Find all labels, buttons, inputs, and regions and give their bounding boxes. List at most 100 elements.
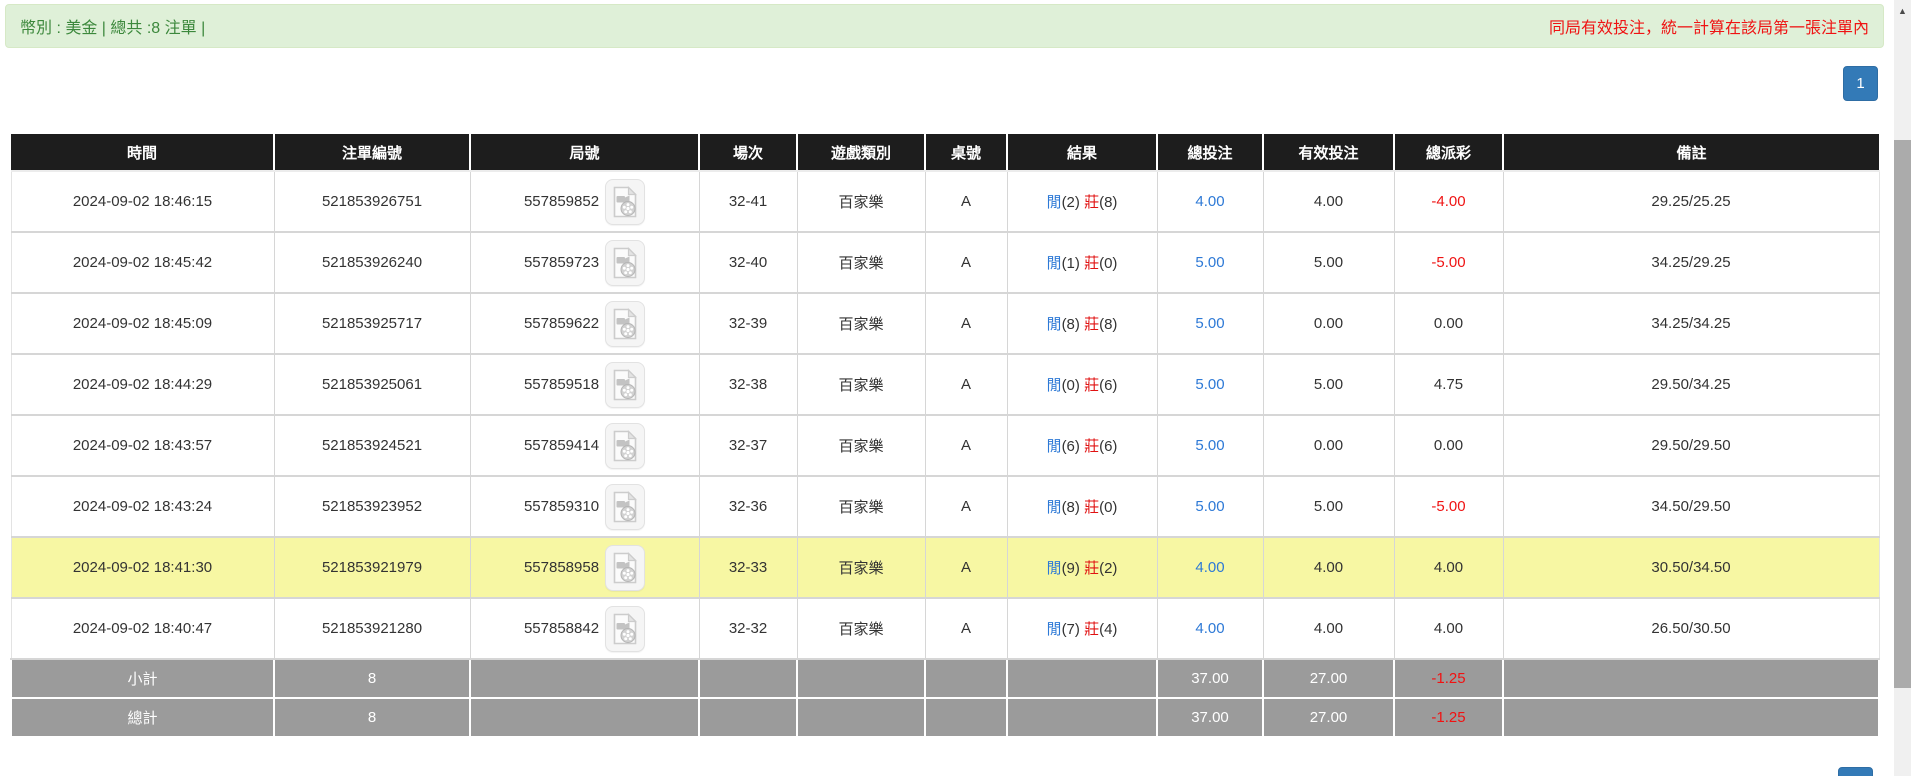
cell-game-type: 百家樂	[797, 598, 926, 660]
cell-total-bet: 4.00	[1157, 598, 1264, 660]
info-bar: 幣別 : 美金 | 總共 :8 注單 | 同局有效投注，統一計算在該局第一張注單…	[5, 4, 1884, 48]
header-total-bet: 總投注	[1157, 134, 1264, 172]
cell-table-no: A	[925, 537, 1008, 599]
cell-remark: 30.50/34.50	[1503, 537, 1880, 599]
cell-remark: 29.50/34.25	[1503, 354, 1880, 416]
cell-valid-bet: 5.00	[1263, 354, 1395, 416]
total-total-bet: 37.00	[1156, 697, 1264, 738]
video-replay-button[interactable]	[605, 361, 646, 408]
cell-remark: 29.50/29.50	[1503, 415, 1880, 477]
table-row[interactable]: 2024-09-02 18:45:42 521853926240 5578597…	[10, 232, 1880, 294]
header-valid-bet: 有效投注	[1263, 134, 1395, 172]
cell-result: 閒(9) 莊(2)	[1007, 537, 1158, 599]
result-player-label: 閒	[1046, 194, 1062, 211]
cell-payout: 0.00	[1394, 293, 1504, 355]
round-id-text: 557858842	[523, 620, 600, 637]
round-id-text: 557858958	[523, 559, 600, 576]
result-player-score: (9)	[1061, 560, 1080, 577]
total-valid-bet: 27.00	[1262, 697, 1395, 738]
header-table-no: 桌號	[925, 134, 1008, 172]
result-player-score: (6)	[1061, 438, 1080, 455]
cell-round-id: 557859852	[470, 171, 700, 233]
table-row[interactable]: 2024-09-02 18:45:09 521853925717 5578596…	[10, 293, 1880, 355]
cell-session: 32-33	[699, 537, 798, 599]
video-file-icon	[613, 307, 637, 339]
subtotal-row: 小計 8 37.00 27.00 -1.25	[10, 658, 1880, 699]
video-replay-button[interactable]	[605, 300, 646, 347]
cell-total-bet: 5.00	[1157, 415, 1264, 477]
result-banker-score: (6)	[1099, 438, 1118, 455]
currency-summary-text: 幣別 : 美金 | 總共 :8 注單 |	[20, 20, 206, 37]
video-replay-button[interactable]	[605, 544, 646, 591]
cell-valid-bet: 4.00	[1263, 537, 1395, 599]
video-replay-button[interactable]	[605, 422, 646, 469]
video-replay-button[interactable]	[605, 605, 646, 652]
result-banker-label: 莊	[1084, 316, 1100, 333]
video-replay-button[interactable]	[605, 483, 646, 530]
cell-round-id: 557859723	[470, 232, 700, 294]
result-player-label: 閒	[1046, 377, 1062, 394]
cell-total-bet: 5.00	[1157, 476, 1264, 538]
cell-session: 32-41	[699, 171, 798, 233]
cell-table-no: A	[925, 598, 1008, 660]
cell-total-bet: 4.00	[1157, 537, 1264, 599]
subtotal-label: 小計	[10, 658, 275, 699]
pagination-page-1-bottom[interactable]: 1	[1838, 767, 1873, 776]
result-player-label: 閒	[1046, 255, 1062, 272]
cell-remark: 34.25/34.25	[1503, 293, 1880, 355]
cell-game-type: 百家樂	[797, 415, 926, 477]
subtotal-valid-bet: 27.00	[1262, 658, 1395, 699]
table-row[interactable]: 2024-09-02 18:41:30 521853921979 5578589…	[10, 537, 1880, 599]
header-round-id: 局號	[470, 134, 700, 172]
result-player-score: (0)	[1061, 377, 1080, 394]
cell-game-type: 百家樂	[797, 232, 926, 294]
cell-result: 閒(7) 莊(4)	[1007, 598, 1158, 660]
cell-total-bet: 5.00	[1157, 293, 1264, 355]
subtotal-count: 8	[273, 658, 471, 699]
cell-result: 閒(0) 莊(6)	[1007, 354, 1158, 416]
cell-valid-bet: 5.00	[1263, 232, 1395, 294]
table-row[interactable]: 2024-09-02 18:43:24 521853923952 5578593…	[10, 476, 1880, 538]
cell-time: 2024-09-02 18:41:30	[10, 537, 275, 599]
cell-session: 32-38	[699, 354, 798, 416]
cell-table-no: A	[925, 293, 1008, 355]
cell-valid-bet: 5.00	[1263, 476, 1395, 538]
result-player-score: (8)	[1061, 499, 1080, 516]
video-replay-button[interactable]	[605, 239, 646, 286]
result-banker-label: 莊	[1084, 194, 1100, 211]
scrollbar[interactable]: ▲	[1894, 0, 1911, 776]
table-row[interactable]: 2024-09-02 18:46:15 521853926751 5578598…	[10, 171, 1880, 233]
result-banker-label: 莊	[1084, 621, 1100, 638]
result-player-score: (8)	[1061, 316, 1080, 333]
cell-round-id: 557858958	[470, 537, 700, 599]
cell-result: 閒(6) 莊(6)	[1007, 415, 1158, 477]
table-row[interactable]: 2024-09-02 18:44:29 521853925061 5578595…	[10, 354, 1880, 416]
result-player-label: 閒	[1046, 499, 1062, 516]
cell-valid-bet: 4.00	[1263, 598, 1395, 660]
cell-bet-id: 521853926240	[274, 232, 471, 294]
scrollbar-thumb[interactable]	[1894, 140, 1911, 688]
total-label: 總計	[10, 697, 275, 738]
table-row[interactable]: 2024-09-02 18:43:57 521853924521 5578594…	[10, 415, 1880, 477]
cell-time: 2024-09-02 18:45:42	[10, 232, 275, 294]
result-banker-score: (2)	[1099, 560, 1118, 577]
header-game-type: 遊戲類別	[797, 134, 926, 172]
video-replay-button[interactable]	[605, 178, 646, 225]
table-header-row: 時間 注單編號 局號 場次 遊戲類別 桌號 結果 總投注 有效投注 總派彩 備註	[11, 134, 1879, 172]
cell-game-type: 百家樂	[797, 293, 926, 355]
result-banker-score: (0)	[1099, 255, 1118, 272]
table-row[interactable]: 2024-09-02 18:40:47 521853921280 5578588…	[10, 598, 1880, 660]
cell-time: 2024-09-02 18:43:57	[10, 415, 275, 477]
header-payout: 總派彩	[1394, 134, 1504, 172]
result-banker-label: 莊	[1084, 438, 1100, 455]
pagination-page-1-top[interactable]: 1	[1843, 66, 1878, 101]
result-player-label: 閒	[1046, 621, 1062, 638]
result-banker-score: (4)	[1099, 621, 1118, 638]
round-id-text: 557859622	[523, 315, 600, 332]
round-id-text: 557859723	[523, 254, 600, 271]
scrollbar-up-arrow-icon[interactable]: ▲	[1894, 3, 1911, 19]
cell-game-type: 百家樂	[797, 476, 926, 538]
cell-bet-id: 521853921280	[274, 598, 471, 660]
video-file-icon	[613, 246, 637, 278]
cell-time: 2024-09-02 18:46:15	[10, 171, 275, 233]
